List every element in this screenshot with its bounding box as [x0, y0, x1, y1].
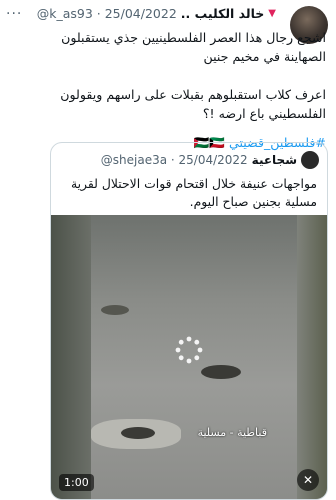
speaker-mute-icon[interactable]: ✕: [297, 469, 319, 491]
flag-icon: ▼: [268, 8, 276, 19]
quote-author-name: شجاعية: [251, 153, 297, 167]
tweet-text: اشجع رجال هذا العصر الفلسطينيين جذي يستق…: [12, 28, 326, 152]
quote-line: مسلية بجنين صباح اليوم.: [189, 194, 317, 209]
pothole: [101, 305, 129, 315]
tweet-line: اعرف كلاب استقبلوهم بقبلات على راسهم ويق…: [60, 87, 326, 102]
quote-avatar: [301, 151, 319, 169]
video-duration: 1:00: [59, 474, 94, 491]
handle-date[interactable]: @k_as93 · 25/04/2022: [37, 6, 177, 21]
quoted-tweet[interactable]: شجاعية @shejae3a · 25/04/2022 مواجهات عن…: [50, 142, 328, 500]
author-name[interactable]: خالد الكليب ..: [181, 6, 265, 21]
tweet-line: اشجع رجال هذا العصر الفلسطينيين جذي يستق…: [61, 30, 326, 45]
tweet-line: الفلسطيني باع ارضه !؟: [202, 106, 326, 121]
pothole: [201, 365, 241, 379]
tweet-header: ▼ خالد الكليب .. @k_as93 · 25/04/2022: [26, 6, 276, 21]
video-scenery: [51, 215, 91, 499]
quote-handle-date: @shejae3a · 25/04/2022: [100, 153, 248, 167]
video-player[interactable]: قباطية - مسلية 1:00 ✕: [51, 215, 327, 499]
tweet-line: الصهاينة في مخيم جنين: [203, 49, 326, 64]
quote-text: مواجهات عنيفة خلال اقتحام قوات الاحتلال …: [61, 175, 317, 211]
video-watermark: قباطية - مسلية: [197, 426, 267, 439]
spinner-icon: [175, 336, 203, 364]
more-options-button[interactable]: ···: [6, 6, 22, 22]
video-scenery: [297, 215, 327, 499]
quote-line: مواجهات عنيفة خلال اقتحام قوات الاحتلال …: [70, 176, 317, 191]
pothole: [121, 427, 155, 439]
tweet-card[interactable]: ··· ▼ خالد الكليب .. @k_as93 · 25/04/202…: [0, 0, 336, 500]
quote-header: شجاعية @shejae3a · 25/04/2022: [59, 151, 319, 169]
